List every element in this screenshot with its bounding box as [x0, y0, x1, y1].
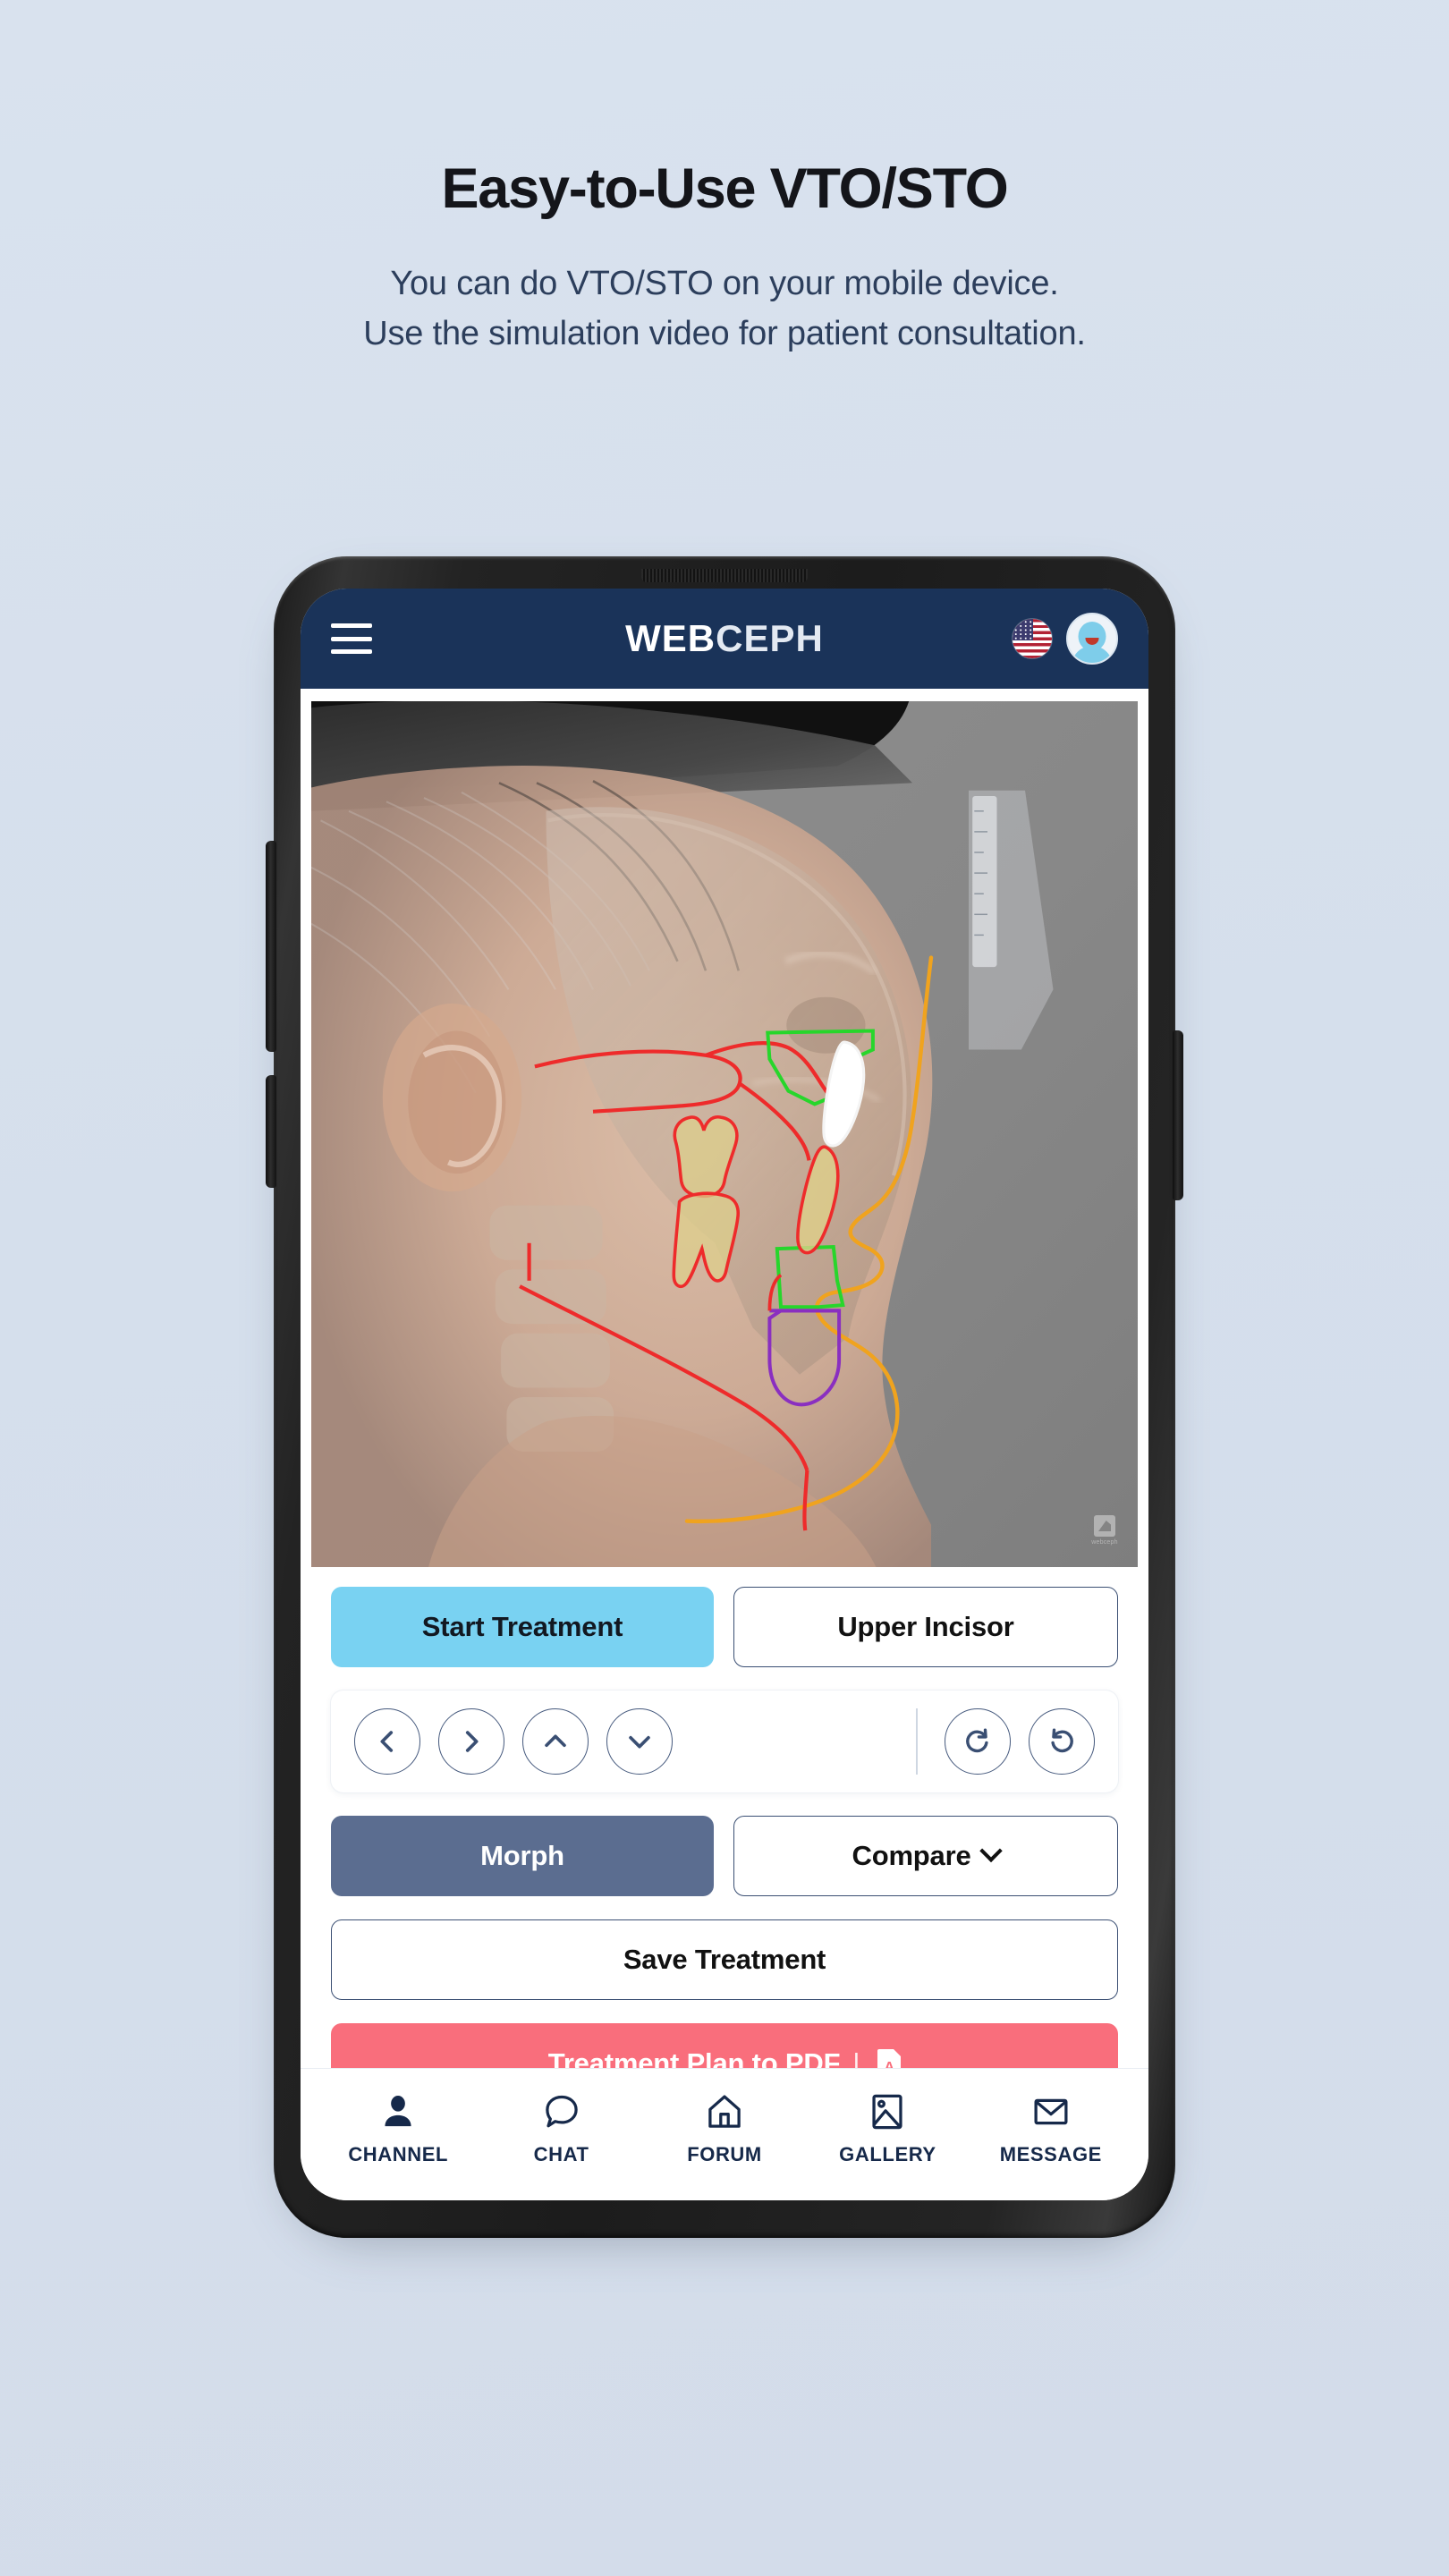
tab-chat[interactable]: CHAT — [479, 2091, 642, 2166]
speech-bubble-icon — [545, 2095, 578, 2127]
upper-incisor-button[interactable]: Upper Incisor — [733, 1587, 1118, 1667]
controls-row-top: Start Treatment Upper Incisor — [331, 1587, 1118, 1667]
us-flag-icon[interactable] — [1013, 619, 1052, 658]
envelope-icon — [1034, 2098, 1068, 2124]
volume-down-button[interactable] — [266, 1075, 276, 1188]
user-avatar-icon[interactable] — [1066, 613, 1118, 665]
tab-forum[interactable]: FORUM — [643, 2091, 806, 2166]
home-icon — [708, 2095, 741, 2128]
chevron-right-icon[interactable] — [438, 1708, 504, 1775]
tab-message-label: MESSAGE — [999, 2142, 1102, 2165]
tab-message[interactable]: MESSAGE — [970, 2091, 1132, 2166]
controls-row-pdf: Treatment Plan to PDF | A — [331, 2023, 1118, 2068]
controls-row-save: Save Treatment — [331, 1919, 1118, 2000]
bottom-navigation: CHANNEL CHAT FORUM GALLERY MESSAGE — [301, 2068, 1148, 2200]
cephalometric-tracing-viewer[interactable]: webceph — [311, 701, 1138, 1567]
power-button[interactable] — [1173, 1030, 1183, 1200]
tab-channel[interactable]: CHANNEL — [317, 2091, 479, 2166]
hamburger-menu-icon[interactable] — [331, 623, 372, 654]
hero-section: Easy-to-Use VTO/STO You can do VTO/STO o… — [0, 159, 1449, 360]
viewer-watermark: webceph — [1089, 1515, 1120, 1546]
treatment-plan-pdf-button[interactable]: Treatment Plan to PDF | A — [331, 2023, 1118, 2068]
compare-button[interactable]: Compare — [733, 1816, 1118, 1896]
page-title: Easy-to-Use VTO/STO — [441, 157, 1008, 220]
chevron-down-icon[interactable] — [606, 1708, 673, 1775]
tab-forum-label: FORUM — [687, 2142, 762, 2165]
app-content: webceph Start Treatment Upper Incisor Mo… — [301, 689, 1148, 2068]
volume-up-button[interactable] — [266, 841, 276, 1052]
save-treatment-button[interactable]: Save Treatment — [331, 1919, 1118, 2000]
app-logo[interactable]: WEBCEPH — [625, 617, 824, 660]
tab-gallery-label: GALLERY — [839, 2142, 936, 2165]
hero-subtitle-line-2: Use the simulation video for patient con… — [363, 315, 1086, 352]
chevron-up-icon[interactable] — [522, 1708, 589, 1775]
tab-gallery[interactable]: GALLERY — [806, 2091, 969, 2166]
rotate-clockwise-icon[interactable] — [945, 1708, 1011, 1775]
earpiece-speaker-grille — [641, 569, 808, 582]
pad-divider — [916, 1708, 918, 1775]
hero-subtitle-line-1: You can do VTO/STO on your mobile device… — [390, 265, 1059, 303]
treatment-controls: Start Treatment Upper Incisor Morph Comp… — [311, 1567, 1138, 2068]
person-icon — [385, 2095, 411, 2126]
hero-subtitle: You can do VTO/STO on your mobile device… — [0, 259, 1449, 360]
tab-chat-label: CHAT — [533, 2142, 589, 2165]
phone-screen: WEBCEPH webceph Start Treatment Upper In… — [301, 589, 1148, 2200]
phone-body: WEBCEPH webceph Start Treatment Upper In… — [266, 556, 1183, 2238]
image-icon — [872, 2094, 903, 2129]
pdf-separator: | — [852, 2047, 860, 2068]
morph-button[interactable]: Morph — [331, 1816, 714, 1896]
phone-mockup: WEBCEPH webceph Start Treatment Upper In… — [266, 556, 1183, 2241]
tab-channel-label: CHANNEL — [348, 2142, 449, 2165]
controls-row-morph: Morph Compare — [331, 1816, 1118, 1896]
app-logo-ceph: CEPH — [716, 617, 824, 659]
nudge-control-pad — [331, 1690, 1118, 1792]
app-header: WEBCEPH — [301, 589, 1148, 689]
app-logo-web: WEB — [625, 617, 716, 659]
pdf-file-icon: A — [877, 2049, 902, 2068]
start-treatment-button[interactable]: Start Treatment — [331, 1587, 714, 1667]
compare-button-label: Compare — [852, 1840, 971, 1871]
header-actions — [1013, 613, 1118, 665]
rotate-counterclockwise-icon[interactable] — [1029, 1708, 1095, 1775]
chevron-down-icon — [979, 1839, 1004, 1863]
pdf-button-label: Treatment Plan to PDF — [547, 2047, 841, 2068]
chevron-left-icon[interactable] — [354, 1708, 420, 1775]
